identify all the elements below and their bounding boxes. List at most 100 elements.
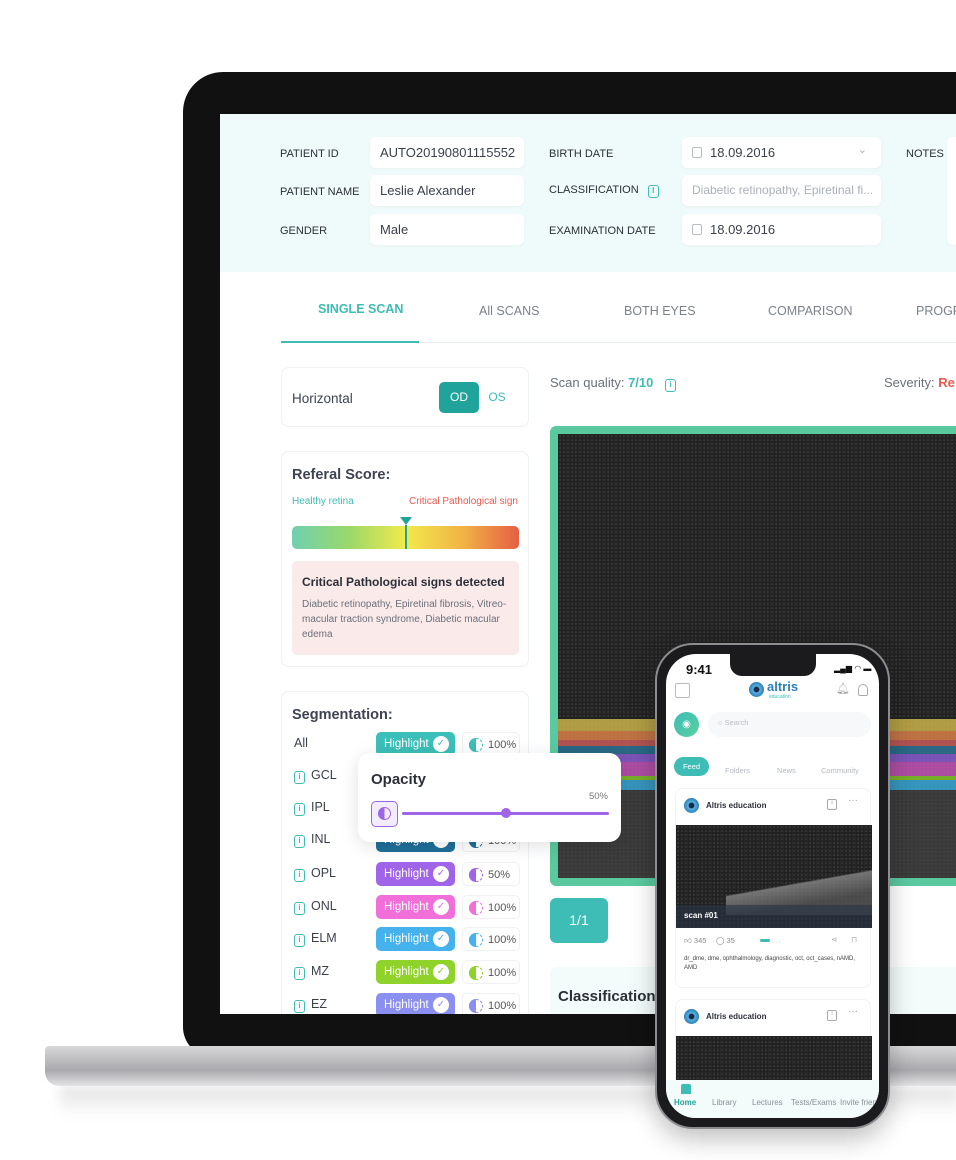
phone-tab-news[interactable]: News	[777, 766, 796, 775]
scan-quality: Scan quality: 7/10 i	[550, 375, 676, 392]
patient-name-field[interactable]: Leslie Alexander	[370, 175, 524, 206]
examination-date-field[interactable]: 18.09.2016	[682, 214, 881, 245]
gallery-icon[interactable]	[675, 683, 690, 698]
segmentation-card: Segmentation: All Highlight ✓ 100% i GCL Highl…	[281, 691, 529, 1014]
layer-name: i MZ	[294, 964, 329, 980]
orientation-title: Horizontal	[292, 391, 353, 406]
opacity-percent: 50%	[488, 869, 511, 881]
search-placeholder: Search	[724, 718, 749, 727]
info-icon[interactable]: i	[647, 185, 659, 198]
nav-tests-exams[interactable]: Tests/Exams	[791, 1098, 836, 1107]
healthy-label: Healthy retina	[292, 496, 354, 507]
altris-logo-icon	[749, 682, 764, 697]
info-icon[interactable]: i	[294, 934, 305, 947]
home-icon[interactable]	[681, 1084, 691, 1094]
info-icon[interactable]: i	[827, 799, 837, 810]
search-input[interactable]: ○ Search	[708, 712, 871, 737]
nav-library[interactable]: Library	[712, 1098, 736, 1107]
scan-page-button[interactable]: 1/1	[550, 898, 608, 943]
carousel-dot-active[interactable]	[760, 939, 770, 942]
segmentation-row-ez: i EZ Highlight ✓ 100%	[282, 993, 532, 1014]
layer-name-text: ONL	[311, 899, 337, 913]
nav-home[interactable]: Home	[674, 1098, 696, 1107]
tab-single-scan[interactable]: SINGLE SCAN	[318, 302, 403, 316]
opacity-half-icon	[468, 867, 483, 882]
alert-text: Diabetic retinopathy, Epiretinal fibrosi…	[302, 599, 507, 640]
bookmark-icon[interactable]: ⊓	[851, 935, 857, 944]
highlight-label: Highlight	[384, 999, 429, 1011]
share-icon[interactable]: ⋖	[831, 935, 838, 944]
phone-tab-feed[interactable]: Feed	[674, 757, 709, 776]
opacity-half-icon	[371, 801, 398, 827]
patient-name-label: PATIENT NAME	[280, 186, 360, 198]
info-icon[interactable]: i	[665, 379, 676, 392]
notes-label: NOTES	[906, 148, 944, 160]
critical-label: Critical Pathological sign	[409, 496, 518, 507]
opacity-chip[interactable]: 100%	[462, 927, 520, 951]
chevron-down-icon: ⌄	[857, 144, 867, 156]
tab-both-eyes[interactable]: BOTH EYES	[624, 304, 696, 318]
info-icon[interactable]: i	[294, 1000, 305, 1013]
check-icon: ✓	[433, 931, 449, 947]
info-icon[interactable]: i	[827, 1010, 837, 1021]
classification-field[interactable]: Diabetic retinopathy, Epiretinal fi...	[682, 175, 881, 206]
phone-mockup: 9:41 ▂▄▆ ◠ ▬ altris education 🔔︎ ◉ ○ Sea…	[655, 643, 890, 1129]
more-icon[interactable]: ···	[848, 1006, 858, 1017]
opacity-chip[interactable]: 100%	[462, 895, 520, 919]
info-icon[interactable]: i	[294, 803, 305, 816]
eye-od-button[interactable]: OD	[439, 382, 479, 413]
info-icon[interactable]: i	[294, 835, 305, 848]
highlight-toggle[interactable]: Highlight ✓	[376, 960, 455, 984]
search-icon: ○	[718, 718, 723, 727]
info-icon[interactable]: i	[294, 967, 305, 980]
nav-invite-friends[interactable]: Invite frien	[840, 1098, 877, 1107]
opacity-chip[interactable]: 100%	[462, 960, 520, 984]
birth-date-label: BIRTH DATE	[549, 148, 614, 160]
active-tab-indicator	[281, 341, 419, 343]
patient-id-label: PATIENT ID	[280, 148, 339, 160]
more-icon[interactable]: ···	[848, 795, 858, 806]
eye-avatar-icon[interactable]: ◉	[674, 712, 699, 737]
highlight-label: Highlight	[384, 966, 429, 978]
tab-all-scans[interactable]: All SCANS	[479, 304, 539, 318]
layer-name: i ELM	[294, 931, 337, 947]
comment-button[interactable]: ◯ 35	[716, 936, 735, 945]
phone-tab-folders[interactable]: Folders	[725, 766, 750, 775]
carousel-dots[interactable]: ○○○	[772, 939, 782, 944]
like-button[interactable]: 👍︎ 345	[684, 936, 706, 946]
check-icon: ✓	[433, 997, 449, 1013]
orientation-card: Horizontal OD OS	[281, 367, 529, 427]
bell-icon[interactable]: 🔔︎	[836, 682, 850, 695]
patient-id-field[interactable]: AUTO20190801115552	[370, 137, 524, 168]
phone-tab-community[interactable]: Community	[821, 766, 859, 775]
info-icon[interactable]: i	[294, 771, 305, 784]
gender-field[interactable]: Male	[370, 214, 524, 245]
opacity-chip[interactable]: 100%	[462, 993, 520, 1014]
opacity-chip[interactable]: 50%	[462, 862, 520, 886]
opacity-percent: 100%	[488, 934, 517, 946]
eye-os-button[interactable]: OS	[479, 382, 515, 413]
layer-name: i GCL	[294, 768, 337, 784]
scan-quality-value: 7/10	[628, 375, 654, 390]
highlight-toggle[interactable]: Highlight ✓	[376, 927, 455, 951]
highlight-toggle[interactable]: Highlight ✓	[376, 895, 455, 919]
post-scan-image[interactable]: scan #01	[676, 825, 872, 928]
birth-date-field[interactable]: 18.09.2016 ⌄	[682, 137, 881, 168]
tab-comparison[interactable]: COMPARISON	[768, 304, 853, 318]
layer-name-text: All	[294, 736, 308, 750]
notes-field[interactable]	[947, 137, 956, 245]
profile-icon[interactable]	[858, 684, 868, 696]
nav-lectures[interactable]: Lectures	[752, 1098, 783, 1107]
birth-date-value: 18.09.2016	[710, 145, 776, 160]
info-icon[interactable]: i	[294, 869, 305, 882]
highlight-toggle[interactable]: Highlight ✓	[376, 993, 455, 1014]
opacity-half-icon	[468, 965, 483, 980]
tab-progression[interactable]: PROGRE	[916, 304, 956, 318]
segmentation-row-elm: i ELM Highlight ✓ 100%	[282, 927, 532, 951]
opacity-slider-thumb[interactable]	[500, 808, 511, 818]
highlight-toggle[interactable]: Highlight ✓	[376, 862, 455, 886]
post-caption: scan #01	[684, 911, 718, 920]
opacity-title: Opacity	[371, 771, 427, 788]
info-icon[interactable]: i	[294, 902, 305, 915]
layer-name: i ONL	[294, 899, 337, 915]
